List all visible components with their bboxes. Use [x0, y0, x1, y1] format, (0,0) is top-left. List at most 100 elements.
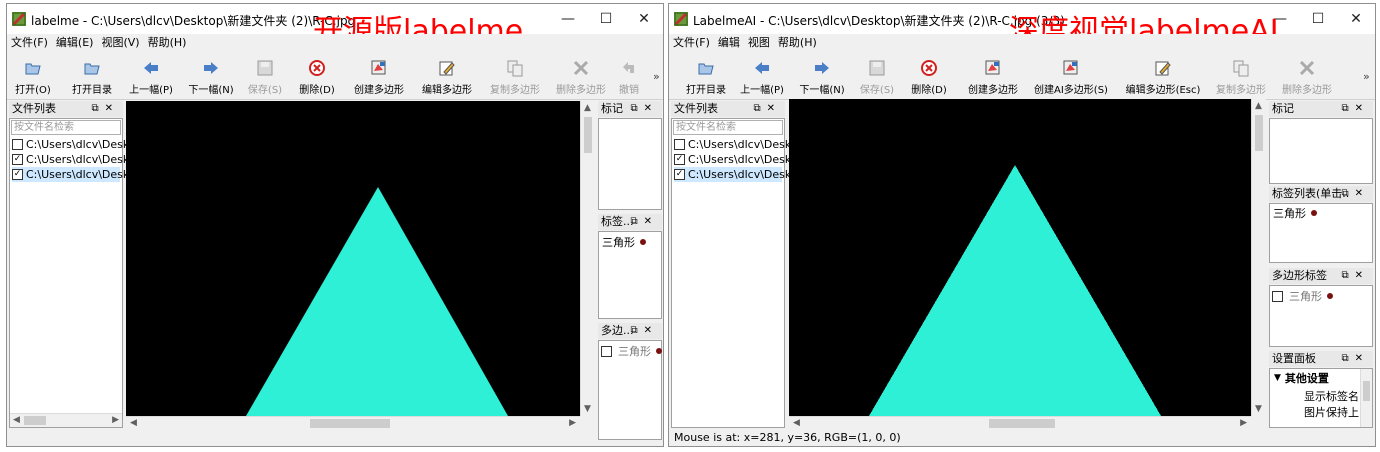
labelme-app-icon [12, 12, 26, 26]
menu-help[interactable]: 帮助(H) [778, 34, 817, 52]
save-button[interactable]: 保存(S) [245, 54, 285, 98]
flags-panel [1269, 118, 1373, 184]
collapse-arrow-icon[interactable]: ▼ [1274, 373, 1281, 383]
image-canvas[interactable] [126, 101, 580, 416]
label-item[interactable]: 三角形 [602, 234, 646, 250]
menu-file[interactable]: 文件(F) [673, 34, 710, 52]
flags-header: 标记 ⧉✕ [598, 101, 662, 117]
file-checkbox[interactable] [12, 139, 23, 150]
delete-polygon-button[interactable]: 删除多边形 [553, 54, 609, 98]
file-list-item[interactable]: C:\Users\dlcv\Deskt [12, 137, 134, 152]
edit-polygon-icon [437, 58, 457, 78]
next-image-button[interactable]: 下一幅(N) [797, 54, 847, 98]
copy-polygon-button[interactable]: 复制多边形 [487, 54, 543, 98]
file-list-hscroll[interactable]: ◀ ▶ [10, 413, 122, 427]
file-search-input[interactable]: 按文件名检索 [11, 120, 121, 135]
open-button[interactable]: 打开(O) [13, 54, 53, 98]
label-item[interactable]: 三角形 [1273, 205, 1317, 221]
canvas-vscroll[interactable]: ▲ ▼ [580, 101, 595, 416]
maximize-button[interactable]: ☐ [1299, 4, 1337, 34]
polygon-checkbox[interactable] [1272, 290, 1283, 302]
setting-item[interactable]: 显示标签名 [1304, 388, 1359, 404]
file-list-header: 文件列表 ⧉✕ [9, 101, 123, 117]
file-list-item-selected[interactable]: ✓ C:\Users\dlcv\Deskt [674, 167, 796, 182]
labels-panel: 三角形 [598, 231, 662, 319]
open-dir-button[interactable]: 打开目录 [681, 54, 731, 98]
menu-help[interactable]: 帮助(H) [148, 34, 187, 52]
polygon-item[interactable]: 三角形 [1272, 288, 1333, 304]
file-search-input[interactable]: 按文件名检索 [673, 120, 783, 135]
close-button[interactable]: ✕ [625, 4, 663, 34]
edit-polygon-button[interactable]: 编辑多边形(Esc) [1123, 54, 1203, 98]
maximize-button[interactable]: ☐ [587, 4, 625, 34]
menu-edit[interactable]: 编辑 [718, 34, 740, 52]
undo-button[interactable]: 撤销 [615, 54, 643, 98]
arrow-right-icon [812, 58, 832, 78]
arrow-right-icon [201, 58, 221, 78]
edit-polygon-button[interactable]: 编辑多边形 [419, 54, 475, 98]
close-button[interactable]: ✕ [1337, 4, 1375, 34]
save-button[interactable]: 保存(S) [857, 54, 897, 98]
file-checkbox[interactable]: ✓ [12, 154, 23, 165]
arrow-left-icon [141, 58, 161, 78]
file-list-item[interactable]: ✓ C:\Users\dlcv\Deskt [674, 152, 796, 167]
copy-polygon-button[interactable]: 复制多边形 [1213, 54, 1269, 98]
polygon-item[interactable]: 三角形 [601, 343, 662, 359]
delete-button[interactable]: 删除(D) [297, 54, 337, 98]
label-color-dot [640, 239, 646, 245]
settings-panel: ▼ 其他设置 显示标签名 图片保持上 [1269, 368, 1373, 428]
image-canvas[interactable] [789, 99, 1251, 416]
file-list-item-selected[interactable]: ✓ C:\Users\dlcv\Deskt [12, 167, 134, 182]
prev-image-button[interactable]: 上一幅(P) [737, 54, 787, 98]
file-list-panel: 按文件名检索 C:\Users\dlcv\Deskt ✓ C:\Users\dl… [9, 118, 134, 428]
create-polygon-icon [983, 58, 1003, 78]
panel-float-close-icons[interactable]: ⧉✕ [91, 101, 119, 117]
copy-icon [505, 58, 525, 78]
toolbar: 打开(O) 打开目录 上一幅(P) 下一幅(N) 保存(S) 删除(D) 创建多… [7, 52, 663, 100]
file-list-item[interactable]: C:\Users\dlcv\Deskt [674, 137, 796, 152]
label-list-panel: 三角形 [1269, 203, 1373, 263]
delete-polygon-icon [1297, 58, 1317, 78]
toolbar-overflow-button[interactable]: » [1363, 70, 1370, 83]
polygon-checkbox[interactable] [601, 345, 612, 357]
open-dir-button[interactable]: 打开目录 [67, 54, 117, 98]
next-image-button[interactable]: 下一幅(N) [187, 54, 235, 98]
create-ai-polygon-button[interactable]: 创建AI多边形(S) [1031, 54, 1111, 98]
polygon-panel: 三角形 [598, 340, 662, 440]
triangle-image [869, 165, 1161, 416]
file-checkbox[interactable]: ✓ [674, 154, 685, 165]
label-color-dot [1311, 210, 1317, 216]
delete-icon [919, 58, 939, 78]
file-list-header: 文件列表 ⧉✕ [671, 101, 785, 117]
setting-item[interactable]: 图片保持上 [1304, 404, 1359, 420]
create-polygon-button[interactable]: 创建多边形 [351, 54, 407, 98]
menu-view[interactable]: 视图 [748, 34, 770, 52]
menu-file[interactable]: 文件(F) [11, 34, 48, 52]
canvas-hscroll[interactable]: ◀ ▶ [126, 416, 580, 430]
settings-vscroll[interactable] [1360, 369, 1372, 427]
minimize-button[interactable]: — [549, 4, 587, 34]
open-dir-icon [82, 58, 102, 78]
arrow-left-icon [752, 58, 772, 78]
canvas-vscroll[interactable]: ▲ ▼ [1251, 99, 1266, 416]
file-checkbox[interactable] [674, 139, 685, 150]
menu-bar: 文件(F) 编辑(E) 视图(V) 帮助(H) [7, 34, 663, 52]
settings-section[interactable]: ▼ 其他设置 [1274, 370, 1329, 386]
copy-icon [1231, 58, 1251, 78]
canvas-hscroll[interactable]: ◀ ▶ [789, 416, 1251, 430]
flags-panel [598, 118, 662, 210]
file-checkbox[interactable]: ✓ [674, 169, 685, 180]
menu-view[interactable]: 视图(V) [101, 34, 139, 52]
delete-button[interactable]: 删除(D) [909, 54, 949, 98]
file-list-item[interactable]: ✓ C:\Users\dlcv\Deskt [12, 152, 134, 167]
create-polygon-icon [369, 58, 389, 78]
prev-image-button[interactable]: 上一幅(P) [127, 54, 175, 98]
flags-header: 标记 ⧉✕ [1269, 101, 1373, 117]
create-polygon-button[interactable]: 创建多边形 [963, 54, 1023, 98]
toolbar-overflow-button[interactable]: » [653, 70, 660, 83]
file-checkbox[interactable]: ✓ [12, 169, 23, 180]
delete-polygon-button[interactable]: 删除多边形 [1279, 54, 1335, 98]
ai-polygon-icon [1061, 58, 1081, 78]
label-color-dot [656, 348, 662, 354]
menu-edit[interactable]: 编辑(E) [56, 34, 94, 52]
